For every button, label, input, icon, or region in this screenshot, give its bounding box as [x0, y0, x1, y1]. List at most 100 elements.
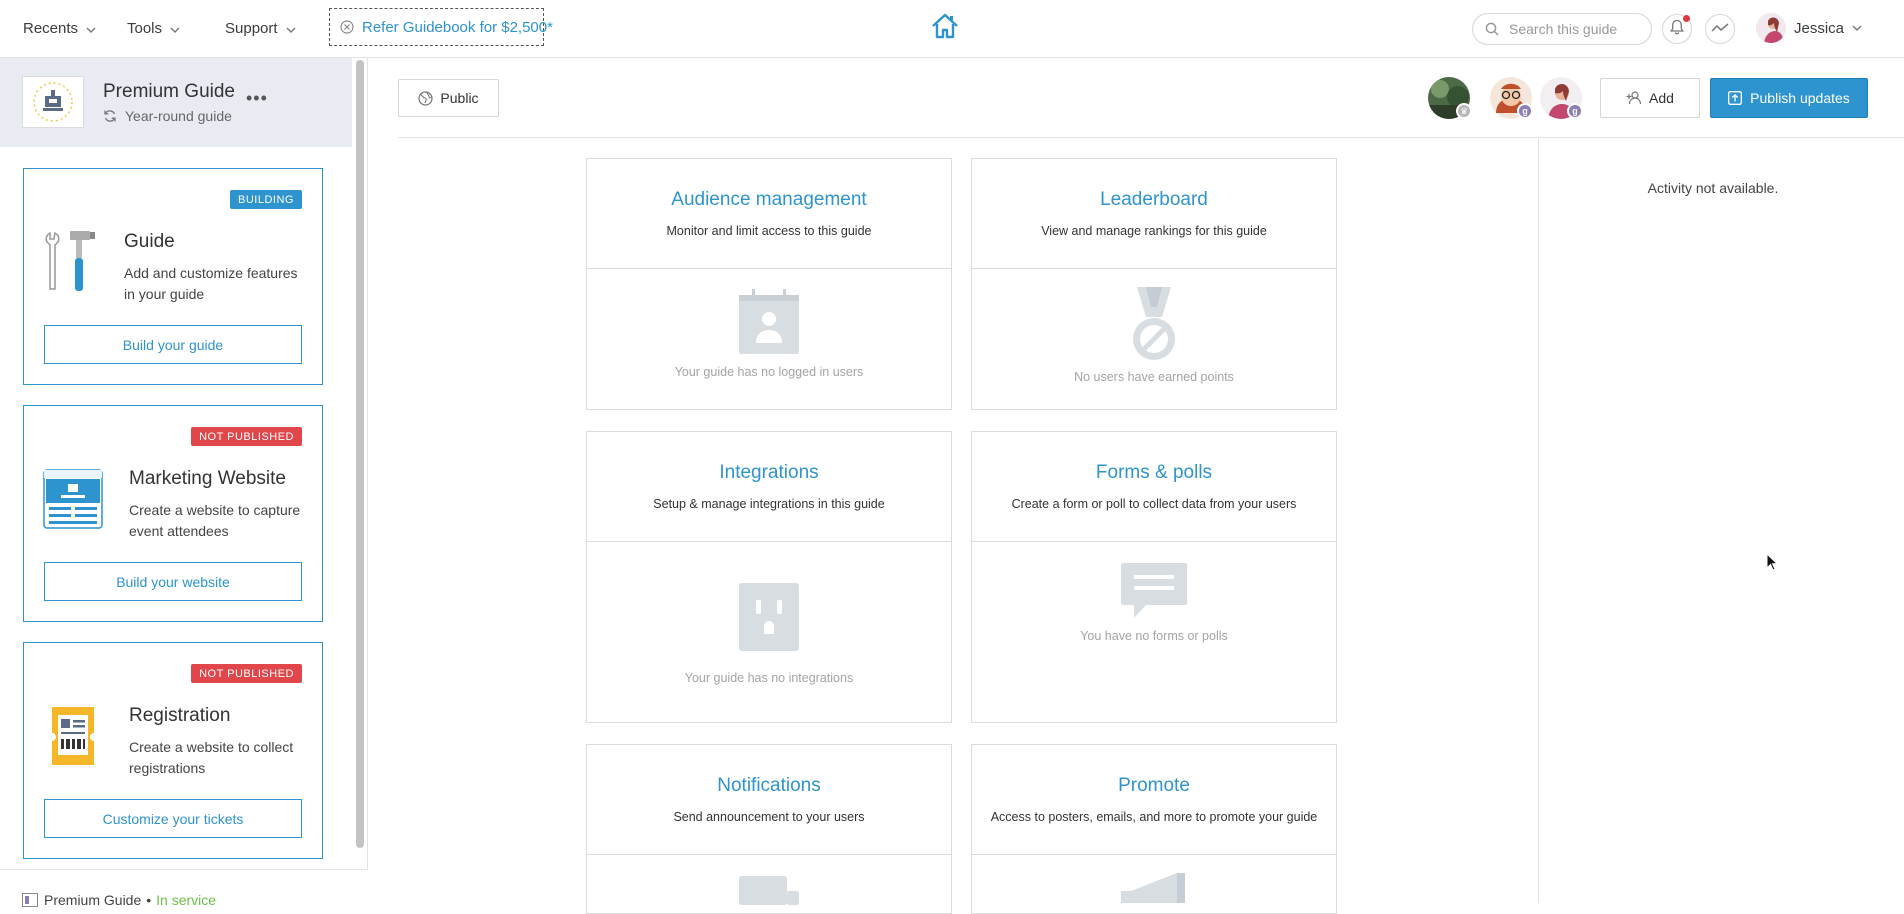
- card-description: Add and customize features in your guide: [124, 265, 298, 302]
- recents-label: Recents: [23, 20, 79, 37]
- support-label: Support: [225, 20, 278, 37]
- feature-title[interactable]: Notifications: [587, 745, 951, 797]
- bell-icon: [1670, 19, 1684, 40]
- search-placeholder: Search this guide: [1509, 21, 1618, 37]
- refer-banner[interactable]: Refer Guidebook for $2,500*: [329, 8, 553, 46]
- notification-icon: [587, 855, 951, 910]
- card-title: Marketing Website: [129, 468, 286, 489]
- card-description: Create a website to collect registration…: [129, 739, 294, 776]
- tools-icon: [42, 229, 98, 298]
- recurring-icon: [103, 109, 117, 123]
- badge-id-icon: [587, 269, 951, 360]
- feature-card-audience-management[interactable]: Audience management Monitor and limit ac…: [586, 158, 952, 410]
- search-input[interactable]: Search this guide: [1472, 13, 1652, 45]
- add-user-icon: [1626, 91, 1642, 105]
- card-title: Registration: [129, 705, 231, 726]
- publish-updates-button[interactable]: Publish updates: [1710, 78, 1868, 118]
- owner-badge-icon: ♛: [1456, 103, 1472, 119]
- build-website-button[interactable]: Build your website: [44, 562, 302, 601]
- status-badge: NOT PUBLISHED: [191, 664, 302, 683]
- marketing-website-card: NOT PUBLISHED Marketing Website Create a…: [23, 405, 323, 622]
- guide-title: Premium Guide: [103, 81, 235, 102]
- ticket-icon: [50, 705, 96, 772]
- feature-description: Send announcement to your users: [673, 810, 865, 824]
- guide-header: Premium Guide ••• Year-round guide: [0, 58, 352, 147]
- guidebook-badge-icon: g: [1517, 103, 1533, 119]
- user-name: Jessica: [1794, 19, 1845, 37]
- megaphone-icon: [972, 855, 1336, 908]
- registration-card: NOT PUBLISHED Registration Create a webs…: [23, 642, 323, 859]
- feature-card-integrations[interactable]: Integrations Setup & manage integrations…: [586, 431, 952, 723]
- feature-title[interactable]: Integrations: [587, 432, 951, 484]
- recents-menu[interactable]: Recents: [23, 0, 96, 57]
- feature-description: Monitor and limit access to this guide: [666, 224, 872, 238]
- notifications-button[interactable]: [1662, 14, 1692, 44]
- guide-type: Year-round guide: [103, 108, 232, 124]
- chevron-down-icon: [86, 20, 96, 37]
- feature-description: Create a form or poll to collect data fr…: [1011, 497, 1297, 511]
- activity-panel-divider: [1538, 138, 1539, 903]
- guide-logo: [22, 76, 84, 128]
- outlet-icon: [587, 542, 951, 657]
- mouse-cursor-icon: [1766, 552, 1779, 576]
- chevron-down-icon: [1852, 25, 1862, 31]
- card-description: Create a website to capture event attend…: [129, 502, 301, 539]
- footer-guide-name: Premium Guide: [44, 892, 142, 908]
- customize-tickets-button[interactable]: Customize your tickets: [44, 799, 302, 838]
- feature-description: Setup & manage integrations in this guid…: [653, 497, 885, 511]
- medal-icon: [972, 269, 1336, 368]
- home-icon[interactable]: [930, 12, 960, 45]
- globe-icon: [418, 90, 434, 106]
- top-bar: Recents Tools Support Refer Guidebook fo…: [0, 0, 1904, 58]
- footer-status: In service: [156, 892, 217, 908]
- feature-description: Access to posters, emails, and more to p…: [990, 810, 1318, 824]
- feature-title[interactable]: Leaderboard: [972, 159, 1336, 211]
- feature-description: View and manage rankings for this guide: [1041, 224, 1267, 238]
- guidebook-badge-icon: g: [1567, 103, 1583, 119]
- feature-empty-text: Your guide has no logged in users: [674, 365, 864, 379]
- feature-card-notifications[interactable]: Notifications Send announcement to your …: [586, 744, 952, 914]
- user-menu[interactable]: Jessica: [1756, 13, 1862, 43]
- card-title: Guide: [124, 231, 175, 252]
- chat-bubble-icon: [972, 542, 1336, 625]
- feature-title[interactable]: Forms & polls: [972, 432, 1336, 484]
- publish-upload-icon: [1728, 91, 1743, 105]
- chevron-down-icon: [286, 20, 296, 37]
- guide-type-label: Year-round guide: [125, 108, 232, 124]
- more-options-icon[interactable]: •••: [246, 88, 268, 109]
- tools-menu[interactable]: Tools: [127, 0, 180, 57]
- feature-card-leaderboard[interactable]: Leaderboard View and manage rankings for…: [971, 158, 1337, 410]
- user-avatar: [1756, 13, 1786, 43]
- website-icon: [43, 469, 103, 534]
- guide-card: BUILDING Guide Add and customize feature…: [23, 168, 323, 385]
- feature-title[interactable]: Audience management: [587, 159, 951, 211]
- refer-label: Refer Guidebook for $2,500*: [362, 18, 553, 36]
- toolbar-divider: [398, 137, 1904, 138]
- sidebar-scrollbar[interactable]: [356, 60, 364, 848]
- footer-separator: •: [146, 892, 152, 908]
- notification-dot: [1683, 15, 1690, 22]
- feature-empty-text: You have no forms or polls: [1080, 629, 1228, 643]
- feature-card-forms-polls[interactable]: Forms & polls Create a form or poll to c…: [971, 431, 1337, 723]
- add-collaborator-button[interactable]: Add: [1600, 78, 1700, 118]
- chevron-down-icon: [170, 20, 180, 37]
- add-label: Add: [1649, 90, 1674, 106]
- feature-card-promote[interactable]: Promote Access to posters, emails, and m…: [971, 744, 1337, 914]
- status-badge: NOT PUBLISHED: [191, 427, 302, 446]
- visibility-button[interactable]: Public: [398, 79, 499, 117]
- close-circle-icon[interactable]: [340, 20, 354, 34]
- publish-label: Publish updates: [1750, 90, 1850, 106]
- activity-graph-icon: [1711, 20, 1729, 38]
- search-icon: [1485, 22, 1499, 36]
- support-menu[interactable]: Support: [225, 0, 296, 57]
- sidebar: Premium Guide ••• Year-round guide BUILD…: [0, 58, 368, 908]
- build-guide-button[interactable]: Build your guide: [44, 325, 302, 364]
- guide-status-footer: Premium Guide • In service: [0, 869, 368, 908]
- visibility-label: Public: [440, 90, 479, 106]
- feature-empty-text: No users have earned points: [1074, 370, 1234, 384]
- feature-empty-text: Your guide has no integrations: [684, 671, 854, 685]
- feature-title[interactable]: Promote: [972, 745, 1336, 797]
- activity-button[interactable]: [1705, 14, 1735, 44]
- guide-small-icon: [22, 893, 38, 907]
- tools-label: Tools: [127, 20, 163, 37]
